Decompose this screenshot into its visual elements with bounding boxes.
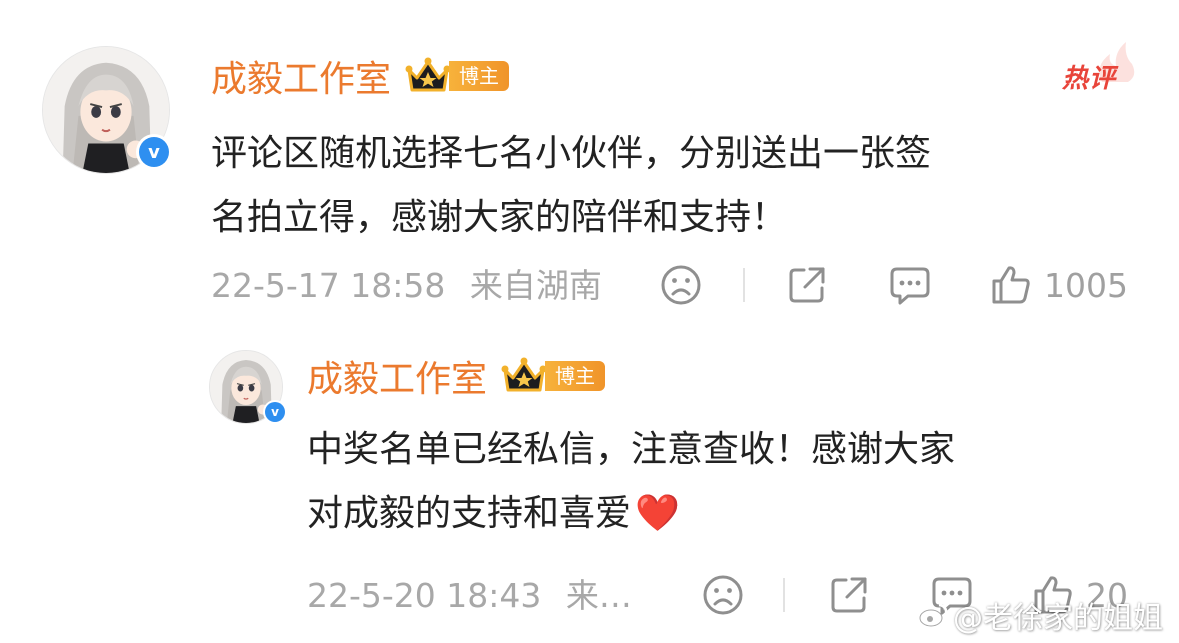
repost-icon [789,267,825,303]
repost-button[interactable] [828,574,870,616]
verified-badge: v [263,400,287,424]
verified-badge: v [136,134,172,170]
comment-button[interactable] [888,264,932,306]
watermark: @老徐家的姐姐 [919,593,1163,637]
comment-thread: v 成毅工作室 博主 热评 评论区随机选择七名小伙伴，分别送出一张签 名拍立得，… [0,0,1179,643]
divider [783,578,785,612]
comment-body: 评论区随机选择七名小伙伴，分别送出一张签 名拍立得，感谢大家的陪伴和支持！ [211,122,931,250]
sad-face-icon [661,265,701,305]
author-row: 成毅工作室 博主 [211,50,510,102]
divider [743,268,745,302]
dislike-button[interactable] [702,574,744,616]
badge-label: 博主 [449,61,510,91]
crown-icon [501,357,547,392]
reply-author-avatar[interactable]: v [209,350,287,424]
blogger-badge: 博主 [405,56,510,96]
author-avatar[interactable]: v [42,46,172,174]
comment-line: 评论区随机选择七名小伙伴，分别送出一张签 [211,133,932,174]
like-button[interactable]: 1005 [990,262,1128,308]
sad-face-icon [703,575,743,615]
comment-time: 22-5-17 18:58 [211,266,446,305]
hot-label: 热评 [1062,64,1117,94]
repost-button[interactable] [786,264,828,306]
comment-line: 中奖名单已经私信，注意查收！感谢大家 [307,429,956,470]
like-count: 1005 [1044,265,1128,305]
reply-author-row: 成毅工作室 博主 [307,350,606,402]
author-name[interactable]: 成毅工作室 [211,50,391,102]
comment-line: 名拍立得，感谢大家的陪伴和支持！ [211,197,788,238]
reply-meta: 22-5-20 18:43 来… [307,574,632,618]
comment-icon [890,267,930,305]
comment-line-text: 对成毅的支持和喜爱 [307,493,632,534]
weibo-logo-icon [919,603,948,627]
comment-line: 对成毅的支持和喜爱 ❤️ [307,482,955,546]
comment-meta: 22-5-17 18:58 来自湖南 [211,264,602,308]
verified-v-icon: v [139,137,169,167]
watermark-text: @老徐家的姐姐 [953,601,1163,636]
comment-time: 22-5-20 18:43 [307,576,542,615]
verified-v-icon: v [265,402,285,422]
dislike-button[interactable] [660,264,702,306]
badge-label: 博主 [545,361,606,391]
comment-location: 来… [565,576,632,615]
author-name[interactable]: 成毅工作室 [307,350,487,402]
heart-emoji: ❤️ [635,493,680,534]
reply-body: 中奖名单已经私信，注意查收！感谢大家 对成毅的支持和喜爱 ❤️ [307,418,955,546]
thumbs-up-icon [992,266,1030,304]
crown-icon [405,57,451,92]
blogger-badge: 博主 [501,356,606,396]
repost-icon [831,577,867,613]
comment-location: 来自湖南 [469,266,602,305]
hot-comment-tag: 热评 [1062,42,1138,96]
